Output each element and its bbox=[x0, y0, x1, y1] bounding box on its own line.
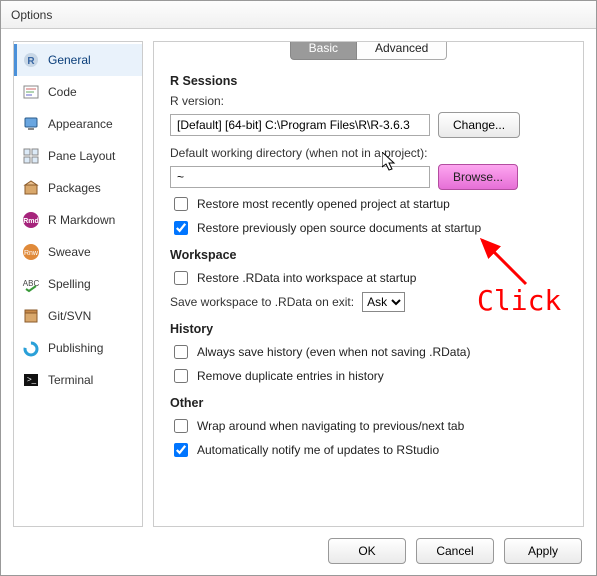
notify-check[interactable]: Automatically notify me of updates to RS… bbox=[170, 440, 567, 460]
section-rsessions: R Sessions bbox=[170, 74, 567, 88]
panes-icon bbox=[22, 147, 40, 165]
browse-button[interactable]: Browse... bbox=[438, 164, 518, 190]
wrap-label: Wrap around when navigating to previous/… bbox=[197, 419, 464, 433]
remove-dup-checkbox[interactable] bbox=[174, 369, 188, 383]
sidebar-item-label: Git/SVN bbox=[48, 309, 91, 323]
window-title: Options bbox=[11, 8, 52, 22]
sidebar: R General Code Appearance Pane Layout Pa… bbox=[13, 41, 143, 527]
always-save-checkbox[interactable] bbox=[174, 345, 188, 359]
restore-project-label: Restore most recently opened project at … bbox=[197, 197, 450, 211]
defaultwd-label: Default working directory (when not in a… bbox=[170, 146, 567, 160]
restore-project-checkbox[interactable] bbox=[174, 197, 188, 211]
sidebar-item-label: Code bbox=[48, 85, 77, 99]
sweave-icon: Rnw bbox=[22, 243, 40, 261]
notify-checkbox[interactable] bbox=[174, 443, 188, 457]
restore-docs-check[interactable]: Restore previously open source documents… bbox=[170, 218, 567, 238]
cancel-button[interactable]: Cancel bbox=[416, 538, 494, 564]
code-icon bbox=[22, 83, 40, 101]
titlebar: Options bbox=[1, 1, 596, 29]
content-panel: Basic Advanced R Sessions R version: Cha… bbox=[153, 41, 584, 527]
sidebar-item-label: Sweave bbox=[48, 245, 91, 259]
svg-text:Rnw: Rnw bbox=[24, 250, 39, 257]
section-workspace: Workspace bbox=[170, 248, 567, 262]
svg-text:>_: >_ bbox=[27, 375, 37, 384]
packages-icon bbox=[22, 179, 40, 197]
appearance-icon bbox=[22, 115, 40, 133]
svg-text:ABC: ABC bbox=[23, 279, 40, 288]
remove-dup-label: Remove duplicate entries in history bbox=[197, 369, 384, 383]
section-history: History bbox=[170, 322, 567, 336]
sidebar-item-rmarkdown[interactable]: Rmd R Markdown bbox=[14, 204, 142, 236]
save-workspace-label: Save workspace to .RData on exit: bbox=[170, 295, 354, 309]
sidebar-item-terminal[interactable]: >_ Terminal bbox=[14, 364, 142, 396]
sidebar-item-label: Spelling bbox=[48, 277, 91, 291]
restore-docs-checkbox[interactable] bbox=[174, 221, 188, 235]
sidebar-item-pane-layout[interactable]: Pane Layout bbox=[14, 140, 142, 172]
git-icon bbox=[22, 307, 40, 325]
sidebar-item-sweave[interactable]: Rnw Sweave bbox=[14, 236, 142, 268]
rversion-input[interactable] bbox=[170, 114, 430, 136]
dialog-footer: OK Cancel Apply bbox=[1, 527, 596, 575]
notify-label: Automatically notify me of updates to RS… bbox=[197, 443, 439, 457]
sidebar-item-label: Publishing bbox=[48, 341, 103, 355]
sidebar-item-general[interactable]: R General bbox=[14, 44, 142, 76]
save-workspace-select[interactable]: Ask bbox=[362, 292, 405, 312]
apply-button[interactable]: Apply bbox=[504, 538, 582, 564]
restore-project-check[interactable]: Restore most recently opened project at … bbox=[170, 194, 567, 214]
sidebar-item-label: Pane Layout bbox=[48, 149, 115, 163]
section-other: Other bbox=[170, 396, 567, 410]
tab-basic[interactable]: Basic bbox=[290, 41, 357, 60]
always-save-check[interactable]: Always save history (even when not savin… bbox=[170, 342, 567, 362]
terminal-icon: >_ bbox=[22, 371, 40, 389]
wrap-checkbox[interactable] bbox=[174, 419, 188, 433]
sidebar-item-label: Terminal bbox=[48, 373, 93, 387]
sidebar-item-label: General bbox=[48, 53, 91, 67]
svg-text:R: R bbox=[27, 56, 35, 67]
restore-rdata-check[interactable]: Restore .RData into workspace at startup bbox=[170, 268, 567, 288]
spelling-icon: ABC bbox=[22, 275, 40, 293]
wrap-check[interactable]: Wrap around when navigating to previous/… bbox=[170, 416, 567, 436]
sidebar-item-publishing[interactable]: Publishing bbox=[14, 332, 142, 364]
restore-docs-label: Restore previously open source documents… bbox=[197, 221, 481, 235]
tab-advanced[interactable]: Advanced bbox=[357, 41, 447, 60]
restore-rdata-label: Restore .RData into workspace at startup bbox=[197, 271, 416, 285]
sidebar-item-label: Appearance bbox=[48, 117, 113, 131]
sidebar-item-packages[interactable]: Packages bbox=[14, 172, 142, 204]
sidebar-item-code[interactable]: Code bbox=[14, 76, 142, 108]
options-window: Options R General Code Appearance Pane L… bbox=[0, 0, 597, 576]
restore-rdata-checkbox[interactable] bbox=[174, 271, 188, 285]
sidebar-item-git-svn[interactable]: Git/SVN bbox=[14, 300, 142, 332]
sidebar-item-appearance[interactable]: Appearance bbox=[14, 108, 142, 140]
r-logo-icon: R bbox=[22, 51, 40, 69]
svg-text:Rmd: Rmd bbox=[23, 218, 39, 225]
sidebar-item-label: R Markdown bbox=[48, 213, 115, 227]
always-save-label: Always save history (even when not savin… bbox=[197, 345, 470, 359]
ok-button[interactable]: OK bbox=[328, 538, 406, 564]
remove-dup-check[interactable]: Remove duplicate entries in history bbox=[170, 366, 567, 386]
sidebar-item-spelling[interactable]: ABC Spelling bbox=[14, 268, 142, 300]
change-button[interactable]: Change... bbox=[438, 112, 520, 138]
rmd-icon: Rmd bbox=[22, 211, 40, 229]
publish-icon bbox=[22, 339, 40, 357]
rversion-label: R version: bbox=[170, 94, 224, 108]
sidebar-item-label: Packages bbox=[48, 181, 101, 195]
defaultwd-input[interactable] bbox=[170, 166, 430, 188]
